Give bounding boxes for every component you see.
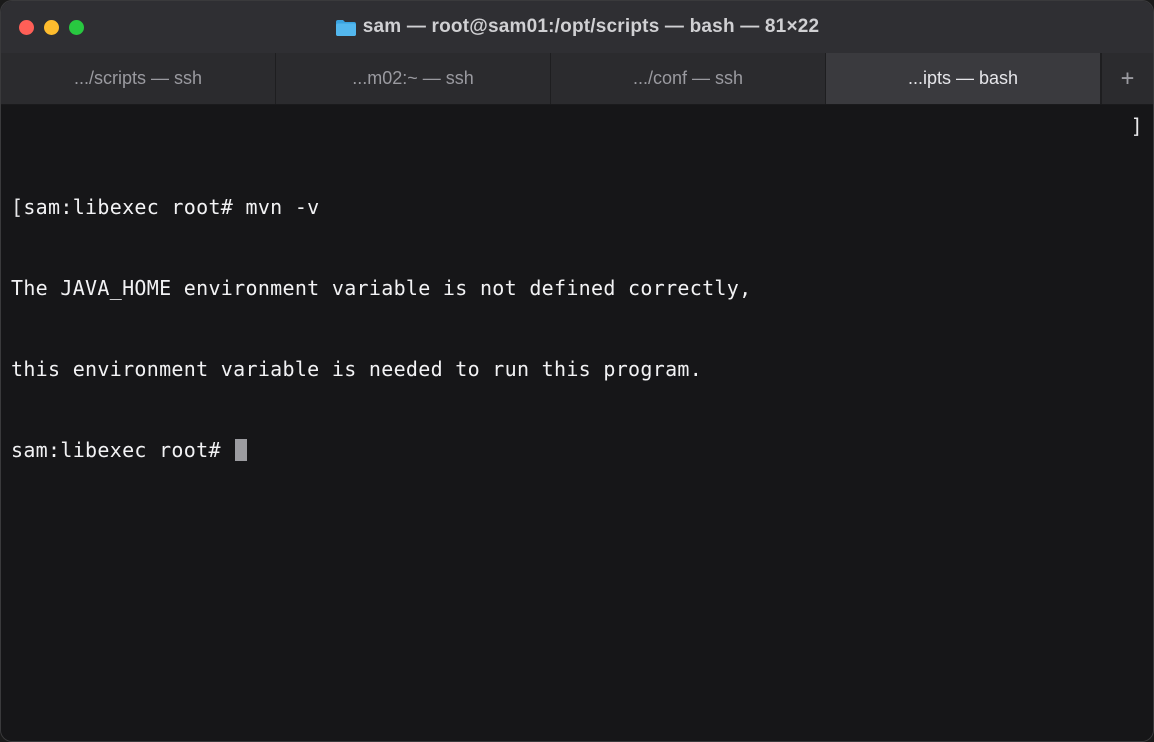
terminal-text: sam:libexec root# mvn -v — [23, 195, 319, 219]
terminal-line: sam:libexec root# — [11, 437, 1143, 464]
terminal-line: The JAVA_HOME environment variable is no… — [11, 275, 1143, 302]
terminal-line: [sam:libexec root# mvn -v — [11, 194, 1143, 221]
terminal-body[interactable]: ] [sam:libexec root# mvn -v The JAVA_HOM… — [1, 105, 1153, 741]
tab-conf-ssh[interactable]: .../conf — ssh — [551, 53, 826, 104]
new-tab-button[interactable]: + — [1101, 53, 1153, 104]
right-bracket: ] — [1131, 113, 1143, 140]
tab-label: ...ipts — bash — [908, 68, 1018, 89]
tab-scripts-ssh[interactable]: .../scripts — ssh — [1, 53, 276, 104]
titlebar: sam — root@sam01:/opt/scripts — bash — 8… — [1, 1, 1153, 53]
terminal-text: sam:libexec root# — [11, 438, 233, 462]
tabbar: .../scripts — ssh ...m02:~ — ssh .../con… — [1, 53, 1153, 105]
terminal-window: sam — root@sam01:/opt/scripts — bash — 8… — [0, 0, 1154, 742]
tab-label: ...m02:~ — ssh — [352, 68, 474, 89]
terminal-line: this environment variable is needed to r… — [11, 356, 1143, 383]
plus-icon: + — [1121, 66, 1134, 91]
tab-label: .../conf — ssh — [633, 68, 743, 89]
folder-icon — [335, 19, 355, 35]
window-title: sam — root@sam01:/opt/scripts — bash — 8… — [363, 16, 820, 38]
tab-label: .../scripts — ssh — [74, 68, 202, 89]
cursor-icon — [235, 439, 247, 461]
minimize-icon[interactable] — [44, 20, 59, 35]
zoom-icon[interactable] — [69, 20, 84, 35]
title-wrap: sam — root@sam01:/opt/scripts — bash — 8… — [1, 16, 1153, 38]
tab-ipts-bash[interactable]: ...ipts — bash — [826, 53, 1101, 104]
traffic-lights — [19, 20, 84, 35]
tab-m02-ssh[interactable]: ...m02:~ — ssh — [276, 53, 551, 104]
left-bracket: [ — [11, 195, 23, 219]
close-icon[interactable] — [19, 20, 34, 35]
